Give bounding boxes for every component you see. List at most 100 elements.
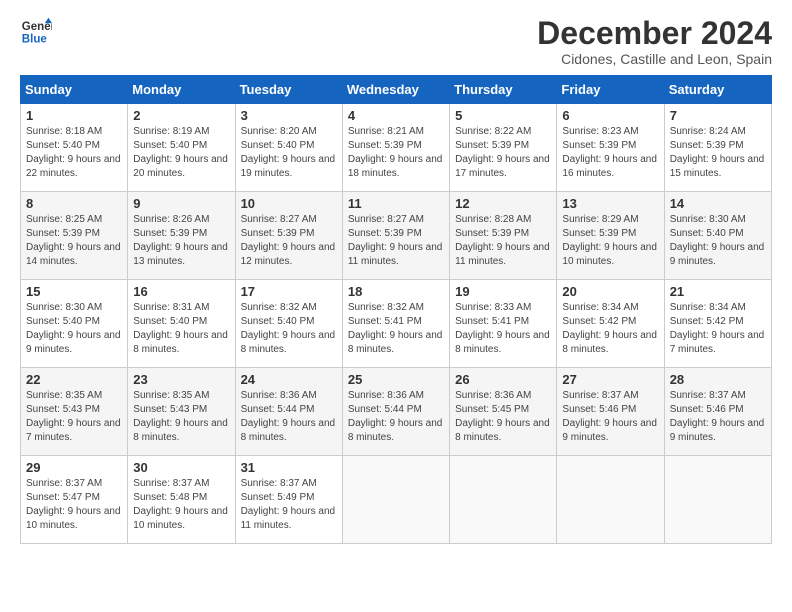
sunset-label: Sunset: 5:48 PM [133,492,207,503]
calendar-cell: 13Sunrise: 8:29 AMSunset: 5:39 PMDayligh… [557,192,664,280]
day-info: Sunrise: 8:36 AMSunset: 5:44 PMDaylight:… [348,389,444,445]
header-saturday: Saturday [664,76,771,104]
day-info: Sunrise: 8:21 AMSunset: 5:39 PMDaylight:… [348,125,444,181]
daylight-label: Daylight: 9 hours and 8 minutes. [133,330,228,355]
day-number: 21 [670,284,766,299]
sunrise-label: Sunrise: 8:29 AM [562,214,638,225]
day-number: 25 [348,372,444,387]
day-number: 12 [455,196,551,211]
daylight-label: Daylight: 9 hours and 20 minutes. [133,154,228,179]
daylight-label: Daylight: 9 hours and 10 minutes. [133,506,228,531]
day-info: Sunrise: 8:31 AMSunset: 5:40 PMDaylight:… [133,301,229,357]
sunset-label: Sunset: 5:41 PM [348,316,422,327]
day-number: 5 [455,108,551,123]
sunrise-label: Sunrise: 8:33 AM [455,302,531,313]
day-number: 20 [562,284,658,299]
calendar-cell: 23Sunrise: 8:35 AMSunset: 5:43 PMDayligh… [128,368,235,456]
sunset-label: Sunset: 5:47 PM [26,492,100,503]
daylight-label: Daylight: 9 hours and 9 minutes. [26,330,121,355]
daylight-label: Daylight: 9 hours and 15 minutes. [670,154,765,179]
sunrise-label: Sunrise: 8:36 AM [455,390,531,401]
calendar-week-1: 1Sunrise: 8:18 AMSunset: 5:40 PMDaylight… [21,104,772,192]
sunrise-label: Sunrise: 8:31 AM [133,302,209,313]
day-info: Sunrise: 8:25 AMSunset: 5:39 PMDaylight:… [26,213,122,269]
sunset-label: Sunset: 5:46 PM [562,404,636,415]
calendar-header-row: Sunday Monday Tuesday Wednesday Thursday… [21,76,772,104]
sunrise-label: Sunrise: 8:25 AM [26,214,102,225]
calendar-cell: 2 Sunrise: 8:19 AM Sunset: 5:40 PM Daylight… [128,104,235,192]
sunrise-label: Sunrise: 8:19 AM [133,126,209,137]
sunrise-label: Sunrise: 8:18 AM [26,126,102,137]
day-info: Sunrise: 8:34 AMSunset: 5:42 PMDaylight:… [670,301,766,357]
sunrise-label: Sunrise: 8:37 AM [26,478,102,489]
calendar-cell [664,456,771,544]
day-info: Sunrise: 8:37 AMSunset: 5:46 PMDaylight:… [562,389,658,445]
sunset-label: Sunset: 5:40 PM [133,140,207,151]
sunset-label: Sunset: 5:42 PM [670,316,744,327]
day-info: Sunrise: 8:29 AMSunset: 5:39 PMDaylight:… [562,213,658,269]
header-monday: Monday [128,76,235,104]
sunset-label: Sunset: 5:39 PM [241,228,315,239]
day-info: Sunrise: 8:37 AMSunset: 5:46 PMDaylight:… [670,389,766,445]
day-number: 11 [348,196,444,211]
sunset-label: Sunset: 5:39 PM [133,228,207,239]
sunset-label: Sunset: 5:40 PM [670,228,744,239]
calendar-cell: 1Sunrise: 8:18 AMSunset: 5:40 PMDaylight… [21,104,128,192]
calendar-cell: 16 Sunrise: 8:31 AMSunset: 5:40 PMDayligh… [128,280,235,368]
daylight-label: Daylight: 9 hours and 8 minutes. [348,418,443,443]
daylight-label: Daylight: 9 hours and 11 minutes. [348,242,443,267]
calendar-cell [450,456,557,544]
calendar-cell: 11Sunrise: 8:27 AMSunset: 5:39 PMDayligh… [342,192,449,280]
sunrise-label: Sunrise: 8:36 AM [241,390,317,401]
day-number: 16 [133,284,229,299]
calendar-week-5: 29Sunrise: 8:37 AMSunset: 5:47 PMDayligh… [21,456,772,544]
day-number: 2 [133,108,229,123]
sunrise-label: Sunrise: 8:35 AM [26,390,102,401]
day-info: Sunrise: 8:36 AMSunset: 5:45 PMDaylight:… [455,389,551,445]
daylight-label: Daylight: 9 hours and 8 minutes. [241,330,336,355]
day-info: Sunrise: 8:30 AMSunset: 5:40 PMDaylight:… [26,301,122,357]
day-info: Sunrise: 8:26 AMSunset: 5:39 PMDaylight:… [133,213,229,269]
day-info: Sunrise: 8:24 AMSunset: 5:39 PMDaylight:… [670,125,766,181]
calendar-cell: 24Sunrise: 8:36 AMSunset: 5:44 PMDayligh… [235,368,342,456]
header-thursday: Thursday [450,76,557,104]
sunrise-label: Sunrise: 8:22 AM [455,126,531,137]
calendar-cell: 4Sunrise: 8:21 AMSunset: 5:39 PMDaylight… [342,104,449,192]
day-number: 6 [562,108,658,123]
sunset-label: Sunset: 5:39 PM [348,228,422,239]
day-number: 30 [133,460,229,475]
day-info: Sunrise: 8:19 AM Sunset: 5:40 PM Daylight:… [133,125,229,181]
daylight-label: Daylight: 9 hours and 8 minutes. [455,330,550,355]
sunrise-label: Sunrise: 8:27 AM [241,214,317,225]
calendar-week-2: 8Sunrise: 8:25 AMSunset: 5:39 PMDaylight… [21,192,772,280]
daylight-label: Daylight: 9 hours and 9 minutes. [670,418,765,443]
day-number: 8 [26,196,122,211]
sunrise-label: Sunrise: 8:32 AM [241,302,317,313]
header: General Blue December 2024 Cidones, Cast… [20,16,772,67]
calendar-cell: 31Sunrise: 8:37 AMSunset: 5:49 PMDayligh… [235,456,342,544]
daylight-label: Daylight: 9 hours and 8 minutes. [241,418,336,443]
page-title: December 2024 [537,16,772,51]
sunset-label: Sunset: 5:43 PM [133,404,207,415]
sunrise-label: Sunrise: 8:37 AM [241,478,317,489]
svg-text:Blue: Blue [22,34,48,46]
calendar-cell: 20Sunrise: 8:34 AMSunset: 5:42 PMDayligh… [557,280,664,368]
day-number: 14 [670,196,766,211]
sunset-label: Sunset: 5:41 PM [455,316,529,327]
day-number: 18 [348,284,444,299]
header-friday: Friday [557,76,664,104]
calendar-cell: 6 Sunrise: 8:23 AMSunset: 5:39 PMDaylight… [557,104,664,192]
sunset-label: Sunset: 5:39 PM [562,228,636,239]
day-info: Sunrise: 8:27 AMSunset: 5:39 PMDaylight:… [241,213,337,269]
page-subtitle: Cidones, Castille and Leon, Spain [537,51,772,67]
sunrise-label: Sunrise: 8:36 AM [348,390,424,401]
day-info: Sunrise: 8:23 AMSunset: 5:39 PMDaylight:… [562,125,658,181]
day-info: Sunrise: 8:22 AMSunset: 5:39 PMDaylight:… [455,125,551,181]
calendar-cell: 29Sunrise: 8:37 AMSunset: 5:47 PMDayligh… [21,456,128,544]
page-container: General Blue December 2024 Cidones, Cast… [20,16,772,544]
sunrise-label: Sunrise: 8:28 AM [455,214,531,225]
calendar-cell: 17Sunrise: 8:32 AMSunset: 5:40 PMDayligh… [235,280,342,368]
day-info: Sunrise: 8:35 AMSunset: 5:43 PMDaylight:… [133,389,229,445]
calendar-cell: 7Sunrise: 8:24 AMSunset: 5:39 PMDaylight… [664,104,771,192]
calendar-cell: 5 Sunrise: 8:22 AMSunset: 5:39 PMDaylight… [450,104,557,192]
